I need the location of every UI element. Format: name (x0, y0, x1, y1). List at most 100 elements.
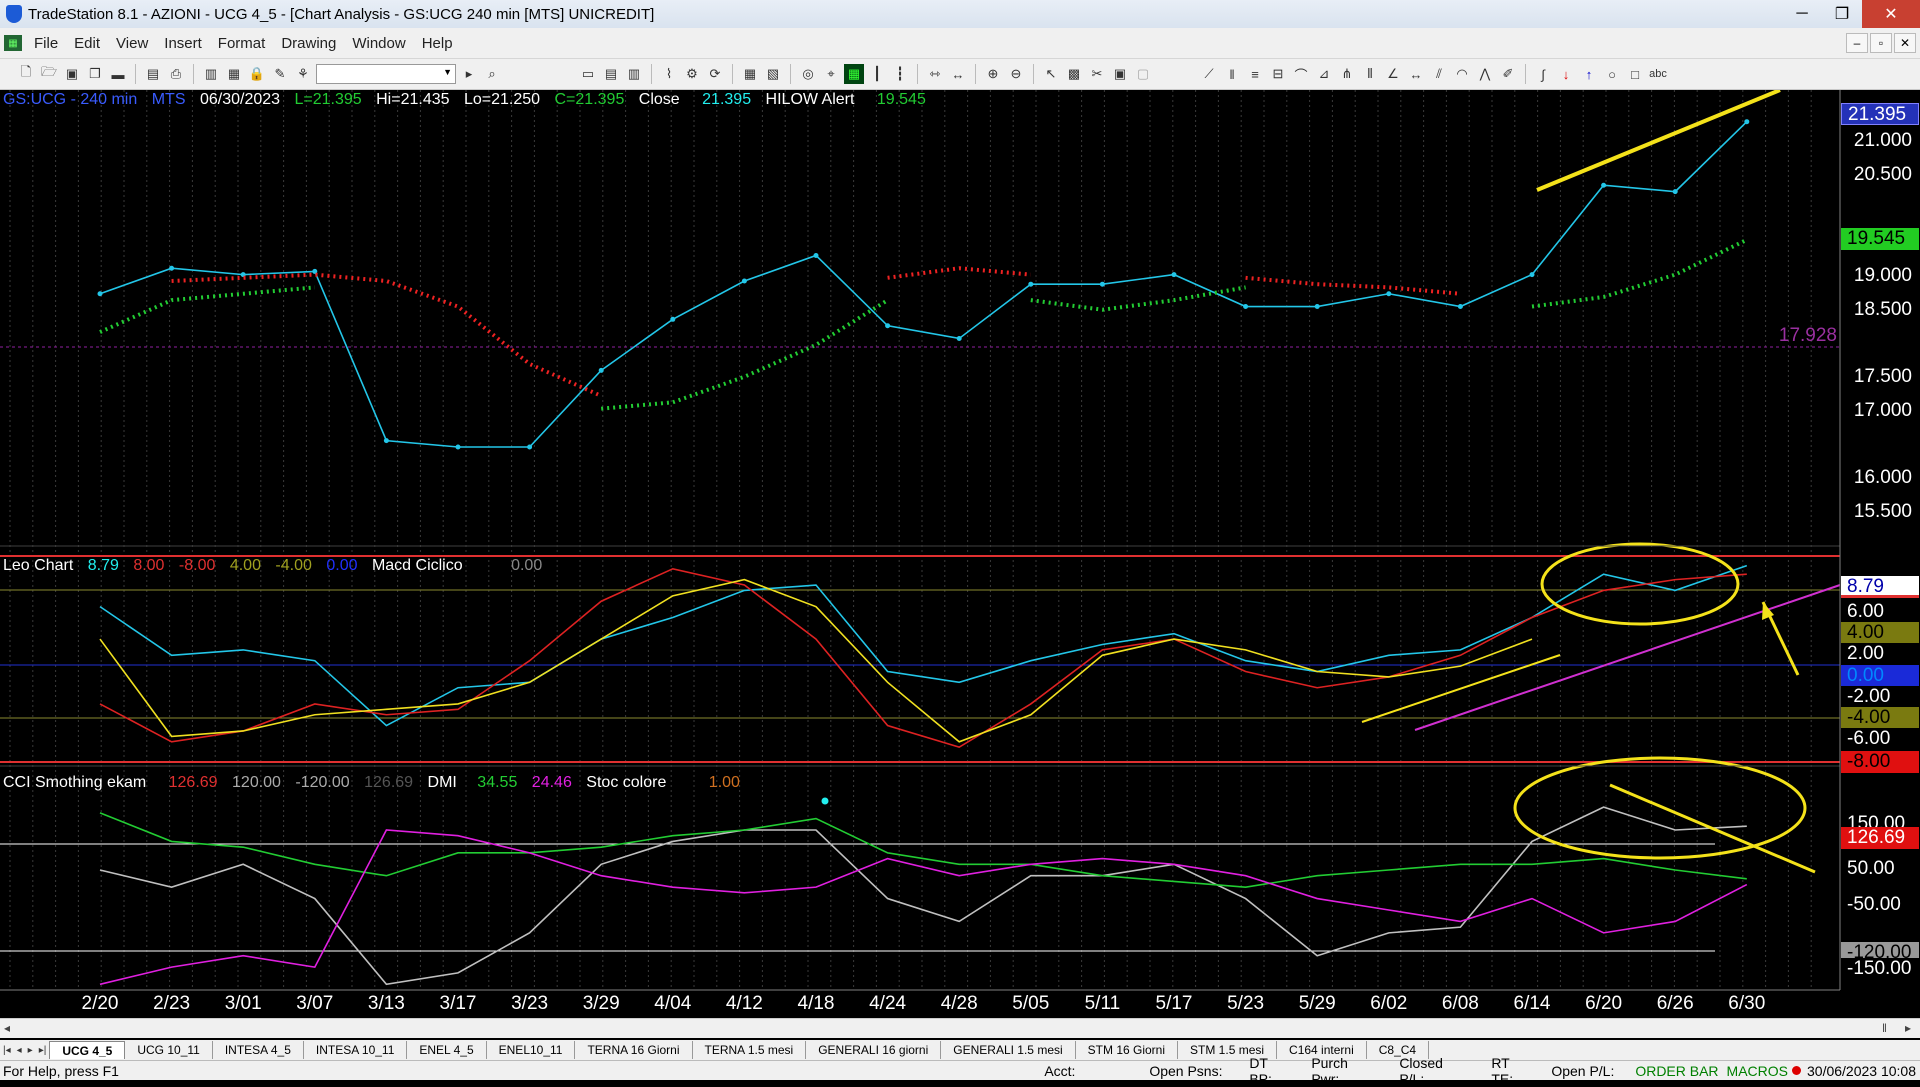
arc-icon[interactable]: ◠ (1452, 64, 1472, 84)
macros-label[interactable]: MACROS (1723, 1063, 1792, 1079)
order-bar-label[interactable]: ORDER BAR (1625, 1063, 1722, 1079)
tradestation-app-icon[interactable] (6, 5, 22, 23)
menu-insert[interactable]: Insert (156, 35, 210, 52)
vertical-lines-icon[interactable]: ‖ (1222, 64, 1242, 84)
arrow-both-icon[interactable]: ↔ (1406, 64, 1426, 84)
menu-format[interactable]: Format (210, 35, 274, 52)
angle-icon[interactable]: ∠ (1383, 64, 1403, 84)
chart-window-icon[interactable]: ▦ (4, 35, 22, 51)
open-icon[interactable]: 🗁 (39, 64, 59, 84)
speed-lines-icon[interactable]: ⋀ (1475, 64, 1495, 84)
symbol-lookup-icon[interactable]: ⌕ (482, 64, 502, 84)
candle-icon[interactable]: ▥ (624, 64, 644, 84)
scroll-right-icon[interactable]: ▸ (1905, 1021, 1911, 1035)
trendline-magenta[interactable] (1414, 584, 1841, 731)
data-window-icon[interactable]: ▩ (1064, 64, 1084, 84)
go-arrow-icon[interactable]: ▸ (459, 64, 479, 84)
maximize-button[interactable]: ❐ (1822, 0, 1862, 28)
chart-analysis-window[interactable]: GS:UCG - 240 min MTS 06/30/2023 L=21.395… (0, 90, 1920, 1028)
horizontal-lines-icon[interactable]: ≡ (1245, 64, 1265, 84)
tab-first-icon[interactable]: |◂ (0, 1045, 14, 1056)
ellipse-icon[interactable]: ○ (1602, 64, 1622, 84)
strategy-icon[interactable]: ⚙ (682, 64, 702, 84)
drawing-tools-icon[interactable]: ✎ (270, 64, 290, 84)
menu-file[interactable]: File (26, 35, 66, 52)
zoom-out-icon[interactable]: ⊖ (1006, 64, 1026, 84)
tab-generali-1-5[interactable]: GENERALI 1.5 mesi (941, 1041, 1076, 1059)
child-close-button[interactable]: ✕ (1894, 33, 1916, 53)
menu-view[interactable]: View (108, 35, 156, 52)
rectangle-icon[interactable]: □ (1625, 64, 1645, 84)
open-workspace-icon[interactable]: ▣ (62, 64, 82, 84)
compress-icon[interactable]: ⇿ (925, 64, 945, 84)
child-restore-button[interactable]: ▫ (1870, 33, 1892, 53)
bar-chart-icon[interactable]: ▤ (601, 64, 621, 84)
expand-icon[interactable]: ↔ (948, 64, 968, 84)
pencil-icon[interactable]: ✐ (1498, 64, 1518, 84)
print-icon[interactable]: ⎙ (166, 64, 186, 84)
tab-last-icon[interactable]: ▸| (36, 1045, 50, 1056)
menu-window[interactable]: Window (344, 35, 413, 52)
tab-intesa-4-5[interactable]: INTESA 4_5 (213, 1041, 304, 1059)
new-window-icon[interactable]: ❐ (85, 64, 105, 84)
fibonacci-icon[interactable]: ⊿ (1314, 64, 1334, 84)
radar-icon[interactable]: ◎ (798, 64, 818, 84)
disabled-icon[interactable]: ▢ (1133, 64, 1153, 84)
bars2-icon[interactable]: ┇ (890, 64, 910, 84)
chart-analysis-icon[interactable]: ▦ (844, 64, 864, 84)
scroll-left-icon[interactable]: ◂ (4, 1021, 10, 1035)
ellipse-annotation-cci[interactable] (1513, 756, 1807, 860)
tab-next-icon[interactable]: ▸ (25, 1045, 36, 1056)
tab-generali-16[interactable]: GENERALI 16 giorni (806, 1041, 942, 1059)
tab-ucg-4-5[interactable]: UCG 4_5 (49, 1041, 126, 1059)
trendline-annotation[interactable] (1536, 90, 1781, 192)
symbol-combo[interactable] (316, 64, 456, 84)
zoom-in-icon[interactable]: ⊕ (983, 64, 1003, 84)
regression-icon[interactable]: ⊟ (1268, 64, 1288, 84)
down-arrow-icon[interactable]: ↓ (1556, 64, 1576, 84)
lock-icon[interactable]: 🔒 (247, 64, 267, 84)
format-window-icon[interactable]: ▦ (224, 64, 244, 84)
properties-icon[interactable]: ▣ (1110, 64, 1130, 84)
pointer-icon[interactable]: ↖ (1041, 64, 1061, 84)
format-icon[interactable]: ▥ (201, 64, 221, 84)
tab-prev-icon[interactable]: ◂ (14, 1045, 25, 1056)
tab-enel-10-11[interactable]: ENEL10_11 (487, 1041, 576, 1059)
up-arrow-icon[interactable]: ↑ (1579, 64, 1599, 84)
analysis-icon[interactable]: ⌖ (821, 64, 841, 84)
menu-drawing[interactable]: Drawing (273, 35, 344, 52)
tools-icon[interactable]: ✂ (1087, 64, 1107, 84)
tab-intesa-10-11[interactable]: INTESA 10_11 (304, 1041, 408, 1059)
folder-icon[interactable]: ▬ (108, 64, 128, 84)
drawing-annotations[interactable] (0, 90, 1841, 874)
tab-ucg-10-11[interactable]: UCG 10_11 (125, 1041, 213, 1059)
link-icon[interactable]: ⚘ (293, 64, 313, 84)
tab-stm-16[interactable]: STM 16 Giorni (1076, 1041, 1179, 1059)
window-cascade-icon[interactable]: ▧ (763, 64, 783, 84)
minimize-button[interactable]: ─ (1782, 0, 1822, 28)
trendline-icon[interactable]: ⟋ (1199, 64, 1219, 84)
window-tile-icon[interactable]: ▦ (740, 64, 760, 84)
tab-enel-4-5[interactable]: ENEL 4_5 (407, 1041, 487, 1059)
freehand-icon[interactable]: ∫ (1533, 64, 1553, 84)
menu-edit[interactable]: Edit (66, 35, 108, 52)
menu-help[interactable]: Help (414, 35, 461, 52)
andrews-icon[interactable]: ⋔ (1337, 64, 1357, 84)
tab-terna-1-5[interactable]: TERNA 1.5 mesi (693, 1041, 807, 1059)
time-zones-icon[interactable]: ⦀ (1360, 64, 1380, 84)
chart-canvas[interactable] (0, 90, 1920, 1018)
bars-icon[interactable]: ┃ (867, 64, 887, 84)
scroll-thumb[interactable]: ‖ (1882, 1021, 1887, 1035)
refresh-icon[interactable]: ⟳ (705, 64, 725, 84)
gann-icon[interactable]: ⌒ (1291, 64, 1311, 84)
text-icon[interactable]: abc (1648, 64, 1668, 84)
indicator-icon[interactable]: ⌇ (659, 64, 679, 84)
tab-terna-16[interactable]: TERNA 16 Giorni (575, 1041, 693, 1059)
save-icon[interactable]: ▤ (143, 64, 163, 84)
child-minimize-button[interactable]: – (1846, 33, 1868, 53)
horizontal-scrollbar[interactable]: ◂ ‖ ▸ (0, 1018, 1920, 1038)
channel-icon[interactable]: ⫽ (1429, 64, 1449, 84)
close-button[interactable]: ✕ (1862, 0, 1920, 28)
chart-type-icon[interactable]: ▭ (578, 64, 598, 84)
new-icon[interactable]: 🗋 (16, 64, 36, 84)
